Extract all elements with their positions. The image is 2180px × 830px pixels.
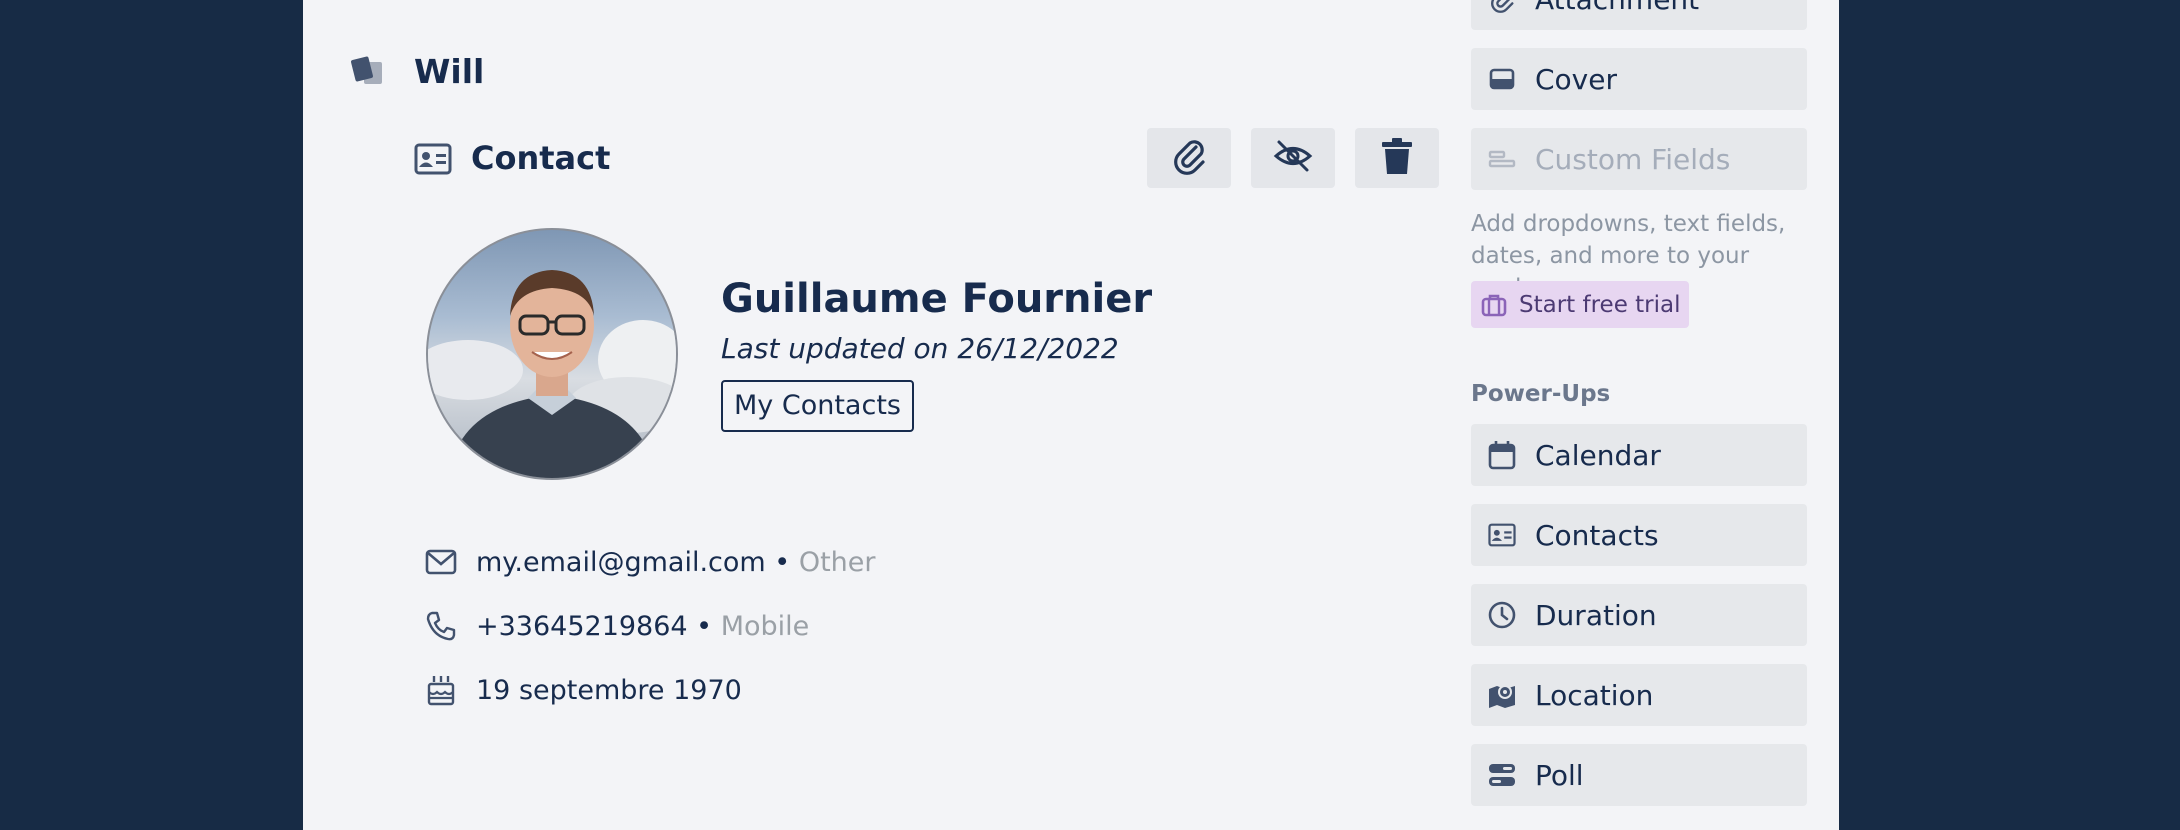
attachment-button[interactable]: Attachment xyxy=(1471,0,1807,30)
start-free-trial-label: Start free trial xyxy=(1519,291,1681,318)
powerup-contacts-label: Contacts xyxy=(1535,518,1659,552)
poll-icon xyxy=(1487,760,1517,790)
contact-card-icon xyxy=(1487,520,1517,550)
phone-type: Mobile xyxy=(720,610,810,642)
powerup-poll[interactable]: Poll xyxy=(1471,744,1807,806)
hide-button[interactable] xyxy=(1251,128,1335,188)
phone-separator: • xyxy=(687,610,721,642)
delete-button[interactable] xyxy=(1355,128,1439,188)
calendar-icon xyxy=(1487,440,1517,470)
powerup-duration-label: Duration xyxy=(1535,598,1657,632)
contact-name: Guillaume Fournier xyxy=(721,276,1153,322)
email-row: my.email@gmail.com • Other xyxy=(424,542,875,582)
birthday-value: 19 septembre 1970 xyxy=(476,674,742,706)
phone-value[interactable]: +33645219864 xyxy=(476,611,688,642)
contact-group-tag[interactable]: My Contacts xyxy=(721,380,914,432)
briefcase-icon xyxy=(1481,293,1507,317)
attachment-label: Attachment xyxy=(1535,0,1699,16)
last-updated: Last updated on 26/12/2022 xyxy=(721,332,1119,365)
card-icon xyxy=(350,56,386,86)
email-separator: • xyxy=(765,546,799,578)
phone-row: +33645219864 • Mobile xyxy=(424,606,809,646)
card-title[interactable]: Will xyxy=(414,50,484,94)
eye-slash-icon xyxy=(1273,139,1313,177)
custom-fields-button[interactable]: Custom Fields xyxy=(1471,128,1807,190)
contact-avatar xyxy=(426,228,678,480)
powerup-location-label: Location xyxy=(1535,678,1654,712)
powerup-calendar[interactable]: Calendar xyxy=(1471,424,1807,486)
birthday-row: 19 septembre 1970 xyxy=(424,670,742,710)
map-marker-icon xyxy=(1487,680,1517,710)
clock-icon xyxy=(1487,600,1517,630)
powerups-heading: Power-Ups xyxy=(1471,381,1611,407)
attach-button[interactable] xyxy=(1147,128,1231,188)
cover-button[interactable]: Cover xyxy=(1471,48,1807,110)
cover-icon xyxy=(1487,64,1517,94)
contact-card-icon xyxy=(414,143,452,175)
phone-icon xyxy=(424,609,458,643)
paperclip-icon xyxy=(1487,0,1517,14)
powerup-location[interactable]: Location xyxy=(1471,664,1807,726)
email-value[interactable]: my.email@gmail.com xyxy=(476,547,766,578)
paperclip-icon xyxy=(1172,137,1206,179)
start-free-trial-button[interactable]: Start free trial xyxy=(1471,281,1689,328)
powerup-calendar-label: Calendar xyxy=(1535,438,1661,472)
powerup-duration[interactable]: Duration xyxy=(1471,584,1807,646)
envelope-icon xyxy=(424,545,458,579)
trash-icon xyxy=(1381,137,1413,179)
section-title: Contact xyxy=(471,139,611,177)
powerup-contacts[interactable]: Contacts xyxy=(1471,504,1807,566)
birthday-cake-icon xyxy=(424,673,458,707)
email-type: Other xyxy=(798,546,876,578)
cover-label: Cover xyxy=(1535,62,1617,96)
custom-fields-label: Custom Fields xyxy=(1535,142,1731,176)
custom-fields-icon xyxy=(1487,144,1517,174)
powerup-poll-label: Poll xyxy=(1535,758,1584,792)
